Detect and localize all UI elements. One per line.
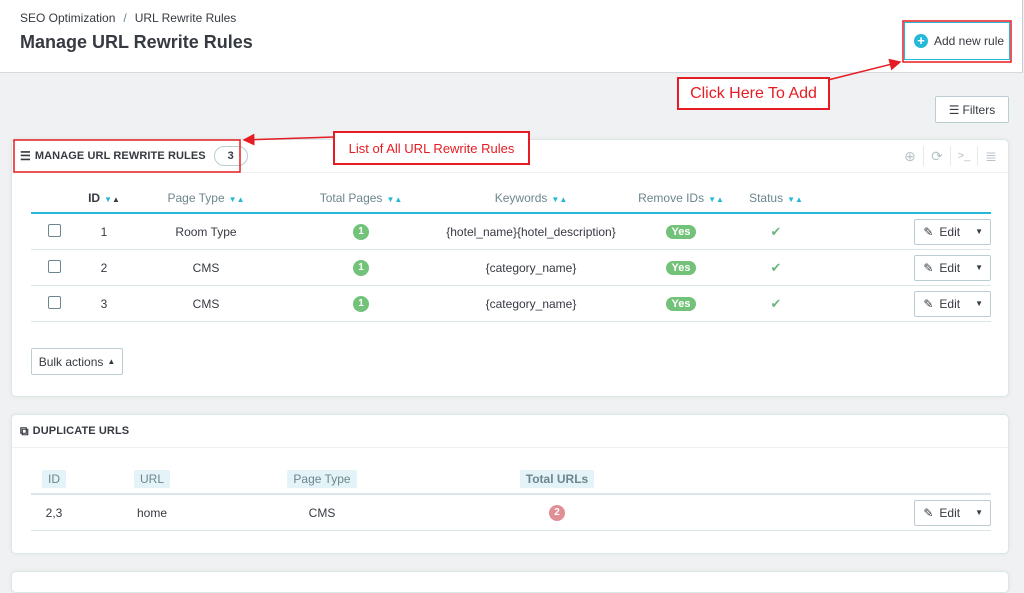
- edit-button[interactable]: ✎ Edit ▼: [914, 290, 991, 317]
- column-header-keywords[interactable]: Keywords ▼▲: [441, 184, 621, 214]
- total-pages-badge: 1: [353, 259, 369, 276]
- caret-down-icon[interactable]: ▼: [968, 263, 990, 272]
- panel-toolbar: ⊕ ⟳ >_ ≣: [897, 146, 1004, 166]
- list-icon: ☰: [20, 149, 31, 163]
- caret-down-icon[interactable]: ▼: [968, 508, 990, 517]
- row-page-type: CMS: [227, 494, 417, 531]
- pencil-icon: ✎: [923, 260, 934, 275]
- row-checkbox[interactable]: [47, 295, 61, 309]
- row-id: 3: [77, 285, 131, 322]
- table-row: 1 Room Type 1 {hotel_name}{hotel_descrip…: [31, 213, 991, 250]
- breadcrumb: SEO Optimization / URL Rewrite Rules: [20, 11, 236, 25]
- click-here-annotation: Click Here To Add: [677, 77, 830, 110]
- sort-arrows-icon: ▼▲: [708, 195, 724, 204]
- rules-count-badge: 3: [213, 146, 248, 166]
- column-header-status[interactable]: Status ▼▲: [741, 184, 811, 214]
- add-new-rule-label: Add new rule: [934, 34, 1005, 48]
- edit-label: Edit: [939, 224, 961, 239]
- remove-ids-badge: Yes: [665, 225, 697, 239]
- edit-button[interactable]: ✎ Edit ▼: [914, 254, 991, 281]
- column-header-id: ID: [31, 465, 77, 495]
- pencil-icon: ✎: [923, 505, 934, 520]
- actions-column-header: [697, 465, 991, 495]
- status-check-icon[interactable]: ✔: [771, 224, 782, 239]
- column-header-url: URL: [77, 465, 227, 495]
- row-id: 1: [77, 213, 131, 250]
- column-header-remove-ids[interactable]: Remove IDs ▼▲: [621, 184, 741, 214]
- sort-arrows-icon: ▼▲: [787, 195, 803, 204]
- edit-label: Edit: [939, 505, 961, 520]
- caret-up-icon: ▲: [107, 357, 116, 366]
- row-checkbox[interactable]: [47, 259, 61, 273]
- terminal-icon[interactable]: >_: [950, 146, 977, 166]
- sort-arrows-icon: ▼▲: [104, 195, 120, 204]
- sort-arrows-icon: ▼▲: [386, 195, 403, 204]
- list-annotation: List of All URL Rewrite Rules: [333, 131, 530, 165]
- duplicate-urls-panel-title: Duplicate URLs: [32, 425, 130, 437]
- breadcrumb-separator: /: [123, 11, 127, 25]
- row-keywords: {hotel_name}{hotel_description}: [441, 213, 621, 250]
- row-keywords: {category_name}: [441, 285, 621, 322]
- column-header-page-type: Page Type: [227, 465, 417, 495]
- breadcrumb-current: URL Rewrite Rules: [134, 11, 237, 25]
- row-id: 2: [77, 249, 131, 286]
- row-page-type: Room Type: [131, 213, 281, 250]
- edit-label: Edit: [939, 260, 961, 275]
- remove-ids-badge: Yes: [665, 261, 697, 275]
- bulk-actions-label: Bulk actions: [38, 354, 104, 369]
- pencil-icon: ✎: [923, 296, 934, 311]
- breadcrumb-parent[interactable]: SEO Optimization: [20, 11, 115, 25]
- rewrite-rules-panel: ☰ Manage URL Rewrite Rules 3 ⊕ ⟳ >_ ≣ ID…: [11, 139, 1009, 397]
- next-panel: [11, 571, 1009, 593]
- page-title: Manage URL Rewrite Rules: [20, 32, 253, 52]
- column-header-id[interactable]: ID ▼▲: [77, 184, 131, 214]
- remove-ids-badge: Yes: [665, 297, 697, 311]
- select-column-header: [31, 184, 77, 214]
- table-row: 2,3 home CMS 2 ✎ Edit ▼: [31, 494, 991, 531]
- column-header-total-urls: Total URLs: [417, 465, 697, 495]
- table-row: 2 CMS 1 {category_name} Yes ✔ ✎ Edit ▼: [31, 249, 991, 286]
- caret-down-icon[interactable]: ▼: [968, 299, 990, 308]
- actions-column-header: [811, 184, 991, 214]
- page-header: SEO Optimization / URL Rewrite Rules Manag…: [0, 0, 1023, 73]
- column-header-page-type[interactable]: Page Type ▼▲: [131, 184, 281, 214]
- sort-arrows-icon: ▼▲: [551, 195, 568, 204]
- bulk-actions-button[interactable]: Bulk actions ▲: [31, 348, 123, 375]
- status-check-icon[interactable]: ✔: [771, 260, 782, 275]
- add-circle-icon[interactable]: ⊕: [897, 146, 923, 166]
- rewrite-rules-table: ID ▼▲ Page Type ▼▲ Total Pages ▼▲ Keywords ▼…: [31, 184, 991, 322]
- copy-icon: ⧉: [20, 423, 29, 438]
- database-icon[interactable]: ≣: [977, 146, 1004, 166]
- total-pages-badge: 1: [353, 223, 369, 240]
- caret-down-icon[interactable]: ▼: [968, 227, 990, 236]
- sliders-icon: ☰: [948, 102, 960, 117]
- pencil-icon: ✎: [923, 224, 934, 239]
- row-keywords: {category_name}: [441, 249, 621, 286]
- row-id: 2,3: [31, 494, 77, 531]
- duplicate-urls-panel-header: ⧉ Duplicate URLs: [12, 415, 1008, 448]
- filters-button[interactable]: ☰ Filters: [935, 96, 1009, 123]
- row-url: home: [77, 494, 227, 531]
- total-urls-badge: 2: [549, 504, 565, 521]
- total-pages-badge: 1: [353, 295, 369, 312]
- table-row: 3 CMS 1 {category_name} Yes ✔ ✎ Edit ▼: [31, 285, 991, 322]
- row-checkbox[interactable]: [47, 223, 61, 237]
- refresh-icon[interactable]: ⟳: [923, 146, 950, 166]
- sort-arrows-icon: ▼▲: [228, 195, 245, 204]
- plus-circle-icon: +: [914, 34, 928, 48]
- filters-label: Filters: [962, 102, 996, 117]
- row-page-type: CMS: [131, 249, 281, 286]
- duplicate-urls-table: ID URL Page Type Total URLs 2,3 home CMS…: [31, 465, 991, 531]
- duplicate-urls-panel: ⧉ Duplicate URLs ID URL Page Type Total …: [11, 414, 1009, 554]
- row-page-type: CMS: [131, 285, 281, 322]
- rewrite-rules-panel-title: Manage URL Rewrite Rules: [34, 150, 206, 162]
- edit-button[interactable]: ✎ Edit ▼: [914, 218, 991, 245]
- column-header-total-pages[interactable]: Total Pages ▼▲: [281, 184, 441, 214]
- status-check-icon[interactable]: ✔: [771, 296, 782, 311]
- edit-button[interactable]: ✎ Edit ▼: [914, 499, 991, 526]
- add-new-rule-button[interactable]: + Add new rule: [904, 22, 1010, 60]
- edit-label: Edit: [939, 296, 961, 311]
